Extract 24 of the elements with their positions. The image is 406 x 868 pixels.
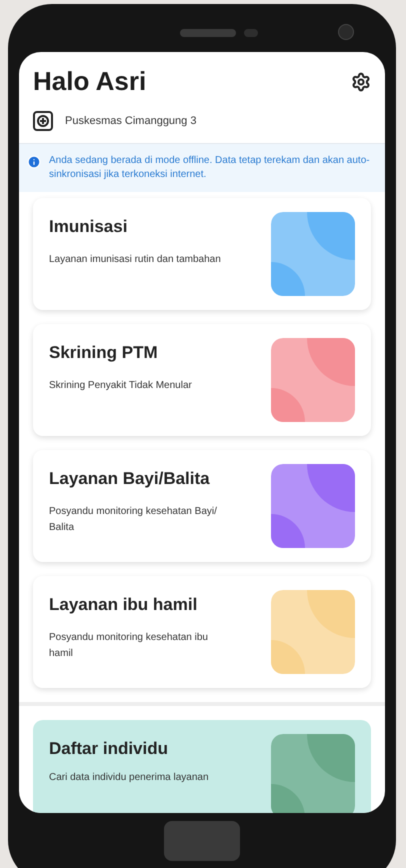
service-title: Skrining PTM <box>49 342 159 364</box>
service-description: Cari data individu penerima layanan <box>49 770 210 784</box>
service-description: Skrining Penyakit Tidak Menular <box>49 378 193 392</box>
service-card[interactable]: Layanan ibu hamil Posyandu monitoring kesehatan ibu hamil <box>33 576 371 688</box>
service-card[interactable]: Daftar individu Cari data individu penerima layanan <box>33 720 371 813</box>
service-card[interactable]: Layanan Bayi/Balita Posyandu monitoring kesehatan Bayi/ Balita <box>33 450 371 562</box>
settings-icon[interactable] <box>351 72 371 92</box>
camera-icon <box>338 24 354 40</box>
service-card[interactable]: Skrining PTM Skrining Penyakit Tidak Menular <box>33 324 371 436</box>
service-description: Posyandu monitoring kesehatan Bayi/ Balita <box>49 504 218 534</box>
sensor-icon <box>244 29 258 37</box>
speaker-grille-icon <box>180 29 236 37</box>
offline-message: Anda sedang berada di mode offline. Data tetap terekam dan akan auto-sinkronisasi jika terkoneksi internet. <box>49 154 371 182</box>
service-title: Daftar individu <box>49 738 170 760</box>
service-title: Layanan Bayi/Balita <box>49 468 211 490</box>
service-description: Layanan imunisasi rutin dan tambahan <box>49 252 222 266</box>
greeting-title: Halo Asri <box>33 65 146 98</box>
service-card[interactable]: Imunisasi Layanan imunisasi rutin dan tambahan <box>33 198 371 310</box>
medical-cross-icon <box>33 111 53 131</box>
service-description: Posyandu monitoring kesehatan ibu hamil <box>49 630 209 660</box>
service-title: Layanan ibu hamil <box>49 594 198 616</box>
facility-name: Puskesmas Cimanggung 3 <box>65 114 196 129</box>
service-title: Imunisasi <box>49 216 128 238</box>
info-icon <box>27 155 41 169</box>
